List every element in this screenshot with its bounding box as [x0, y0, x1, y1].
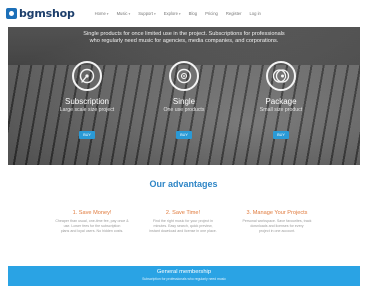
- hero-headline-line: Single products for once limited use in …: [83, 31, 285, 37]
- advantage-manage-projects: 3. Manage Your Projects Personal workspa…: [225, 210, 329, 234]
- vinyl-record-icon: [72, 61, 102, 91]
- music-disc-icon: [176, 68, 192, 84]
- pricing-plans: Subscription Large scale size project BU…: [8, 61, 360, 161]
- chevron-down-icon: ▾: [106, 12, 109, 16]
- nav-item-label: Home: [94, 11, 106, 16]
- advantage-save-money: 1. Save Money! Cheaper than usual, one-t…: [40, 210, 144, 234]
- advantage-text: Cheaper than usual, one-time fee, pay on…: [40, 219, 144, 234]
- nav-item-home[interactable]: Home▾: [95, 11, 109, 16]
- nav-item-register[interactable]: Register: [226, 11, 242, 16]
- plan-subtitle: One use products: [163, 107, 205, 113]
- buy-package-button[interactable]: BUY: [273, 131, 289, 139]
- advantage-heading: 1. Save Money!: [72, 210, 112, 216]
- nav-item-blog[interactable]: Blog: [189, 11, 197, 16]
- buy-subscription-button[interactable]: BUY: [79, 131, 95, 139]
- advantages-title: Our advantages: [149, 179, 218, 189]
- advantage-text: Personal workspace. Save favourites, tra…: [225, 219, 329, 234]
- main-menu: Home▾ Music▾ Support▾ Explore▾ Blog Pric…: [95, 11, 261, 16]
- nav-item-support[interactable]: Support▾: [138, 11, 155, 16]
- hero-headline-line: who regularly need music for agencies, m…: [89, 38, 279, 44]
- advantage-text-line: project in one account.: [258, 229, 296, 233]
- nav-item-label: Blog: [188, 11, 198, 16]
- bgmshop-logo[interactable]: bgmshop: [6, 7, 75, 21]
- chevron-down-icon: ▾: [128, 12, 131, 16]
- advantage-save-time: 2. Save Time! Find the right music for y…: [131, 210, 235, 234]
- membership-subtitle: Subscription for professionals who regul…: [142, 277, 226, 281]
- nav-item-login[interactable]: Log in: [249, 11, 260, 16]
- nav-item-label: Log in: [249, 11, 261, 16]
- nav-item-label: Explore: [163, 11, 178, 16]
- plan-subtitle: Large scale size project: [59, 107, 115, 113]
- plan-subtitle: Small size product: [259, 107, 303, 113]
- plan-package: Package Small size product BUY: [231, 61, 331, 141]
- plan-title: Package: [265, 97, 297, 106]
- membership-banner[interactable]: General membership Subscription for prof…: [8, 266, 360, 286]
- nav-item-label: Register: [225, 11, 242, 16]
- nav-item-label: Support: [138, 11, 153, 16]
- nav-item-music[interactable]: Music▾: [117, 11, 131, 16]
- disc-stack-icon: [266, 61, 296, 91]
- nav-item-pricing[interactable]: Pricing: [205, 11, 218, 16]
- vinyl-record-icon: [79, 68, 95, 84]
- advantage-text-line: plans and loyal users. No hidden costs.: [60, 229, 124, 233]
- plan-title: Single: [172, 97, 196, 106]
- membership-title: General membership: [156, 269, 212, 275]
- plan-single: Single One use products BUY: [134, 61, 234, 141]
- nav-item-label: Music: [116, 11, 128, 16]
- plan-title: Subscription: [64, 97, 110, 106]
- advantage-text: Find the right music for your project in…: [131, 219, 235, 234]
- music-disc-icon: [169, 61, 199, 91]
- hero-banner: Single products for once limited use in …: [8, 27, 360, 165]
- chevron-down-icon: ▾: [153, 12, 156, 16]
- hero-headline: Single products for once limited use in …: [28, 31, 340, 45]
- plan-subscription: Subscription Large scale size project BU…: [37, 61, 137, 141]
- nav-item-label: Pricing: [205, 11, 218, 16]
- nav-item-explore[interactable]: Explore▾: [164, 11, 181, 16]
- advantage-text-line: instant download and license in one plac…: [149, 229, 217, 233]
- advantage-heading: 2. Save Time!: [165, 210, 201, 216]
- logo-icon: [6, 8, 17, 19]
- logo-text: bgmshop: [19, 7, 75, 20]
- advantage-heading: 3. Manage Your Projects: [246, 210, 308, 216]
- chevron-down-icon: ▾: [178, 12, 181, 16]
- disc-stack-icon: [272, 69, 290, 83]
- top-navigation-bar: bgmshop Home▾ Music▾ Support▾ Explore▾ B…: [0, 0, 367, 27]
- buy-single-button[interactable]: BUY: [176, 131, 192, 139]
